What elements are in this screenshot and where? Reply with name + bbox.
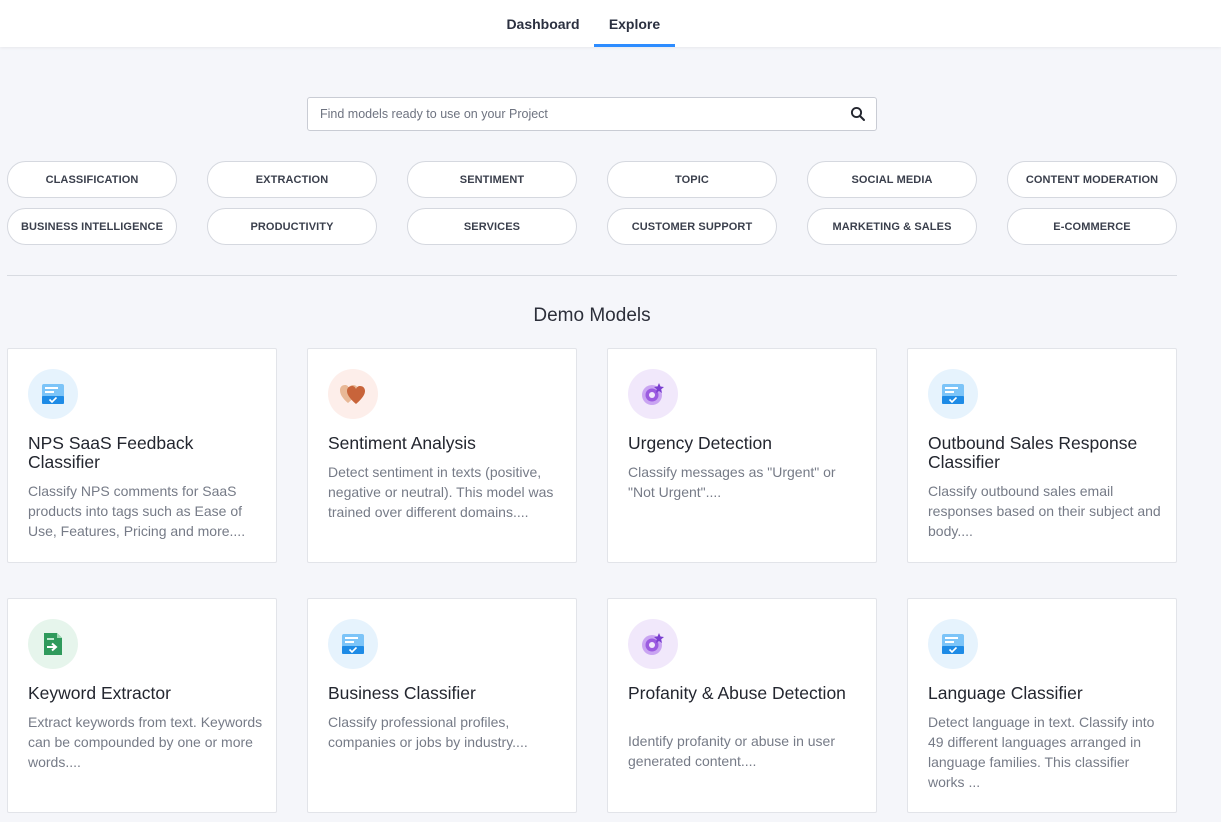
tab-dashboard[interactable]: Dashboard (497, 0, 589, 47)
model-card-business-classifier[interactable]: Business Classifier Classify professiona… (307, 598, 577, 813)
card-title: Outbound Sales Response Classifier (928, 433, 1138, 472)
card-title: NPS SaaS Feedback Classifier (28, 433, 194, 472)
search-input[interactable] (308, 98, 838, 130)
card-description: Classify NPS comments for SaaS products … (28, 483, 246, 539)
search-box (307, 97, 877, 131)
search-icon[interactable] (850, 106, 866, 122)
category-customer-support[interactable]: CUSTOMER SUPPORT (607, 208, 777, 245)
model-card-keyword-extractor[interactable]: Keyword Extractor Extract keywords from … (7, 598, 277, 813)
classifier-icon (328, 619, 378, 669)
card-title: Urgency Detection (628, 433, 772, 453)
classifier-icon (928, 369, 978, 419)
card-description: Extract keywords from text. Keywords can… (28, 714, 263, 770)
category-extraction[interactable]: EXTRACTION (207, 161, 377, 198)
category-content-moderation[interactable]: CONTENT MODERATION (1007, 161, 1177, 198)
category-services[interactable]: SERVICES (407, 208, 577, 245)
hearts-icon (328, 369, 378, 419)
category-marketing-sales[interactable]: MARKETING & SALES (807, 208, 977, 245)
section-title: Demo Models (533, 305, 651, 326)
card-title: Business Classifier (328, 683, 476, 703)
model-card-profanity-abuse[interactable]: Profanity & Abuse Detection Identify pro… (607, 598, 877, 813)
card-description: Detect sentiment in texts (positive, neg… (328, 464, 554, 520)
card-title: Profanity & Abuse Detection (628, 683, 846, 703)
card-description: Identify profanity or abuse in user gene… (628, 733, 836, 769)
card-description: Classify messages as "Urgent" or "Not Ur… (628, 464, 836, 500)
category-sentiment[interactable]: SENTIMENT (407, 161, 577, 198)
tab-explore[interactable]: Explore (594, 0, 675, 47)
target-icon (628, 369, 678, 419)
extractor-icon (28, 619, 78, 669)
classifier-icon (28, 369, 78, 419)
model-card-nps-saas[interactable]: NPS SaaS Feedback Classifier Classify NP… (7, 348, 277, 563)
category-productivity[interactable]: PRODUCTIVITY (207, 208, 377, 245)
card-title: Keyword Extractor (28, 683, 171, 703)
model-card-urgency-detection[interactable]: Urgency Detection Classify messages as "… (607, 348, 877, 563)
card-title: Language Classifier (928, 683, 1083, 703)
category-classification[interactable]: CLASSIFICATION (7, 161, 177, 198)
card-description: Detect language in text. Classify into 4… (928, 714, 1155, 790)
target-icon (628, 619, 678, 669)
category-social-media[interactable]: SOCIAL MEDIA (807, 161, 977, 198)
model-card-language-classifier[interactable]: Language Classifier Detect language in t… (907, 598, 1177, 813)
classifier-icon (928, 619, 978, 669)
card-description: Classify outbound sales email responses … (928, 483, 1161, 539)
category-business-intelligence[interactable]: BUSINESS INTELLIGENCE (7, 208, 177, 245)
top-nav: Dashboard Explore (0, 0, 1221, 47)
model-card-sentiment-analysis[interactable]: Sentiment Analysis Detect sentiment in t… (307, 348, 577, 563)
card-title: Sentiment Analysis (328, 433, 476, 453)
divider (7, 275, 1177, 276)
category-topic[interactable]: TOPIC (607, 161, 777, 198)
category-e-commerce[interactable]: E-COMMERCE (1007, 208, 1177, 245)
model-card-outbound-sales[interactable]: Outbound Sales Response Classifier Class… (907, 348, 1177, 563)
card-description: Classify professional profiles, companie… (328, 714, 528, 750)
